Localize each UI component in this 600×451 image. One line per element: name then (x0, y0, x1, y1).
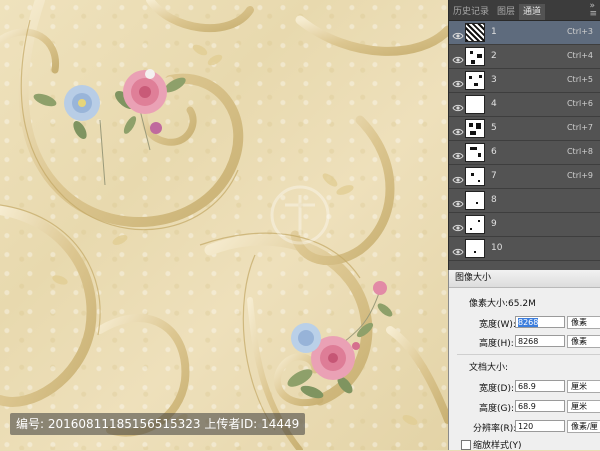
channel-shortcut: Ctrl+9 (566, 171, 593, 180)
channel-thumbnail (465, 167, 485, 186)
channel-row[interactable]: 4 Ctrl+6 (449, 93, 600, 117)
channel-thumbnail (465, 47, 485, 66)
channels-panel: 历史记录 图层 通道 » ≡ 1 Ctrl+3 2 Ctrl+4 3 Ctrl+5 4 Ctrl… (448, 0, 600, 270)
channel-shortcut: Ctrl+8 (566, 147, 593, 156)
channel-row[interactable]: 1 Ctrl+3 (449, 21, 600, 45)
channel-thumbnail (465, 95, 485, 114)
channel-shortcut: Ctrl+3 (566, 27, 593, 36)
resolution-input[interactable]: 120 (515, 420, 565, 432)
visibility-eye-icon[interactable] (452, 147, 464, 160)
channel-shortcut: Ctrl+6 (566, 99, 593, 108)
pixel-size-label: 像素大小:65.2M (469, 299, 536, 309)
channel-row[interactable]: 5 Ctrl+7 (449, 117, 600, 141)
channel-name: 2 (491, 51, 497, 61)
channel-shortcut: Ctrl+4 (566, 51, 593, 60)
channel-thumbnail (465, 23, 485, 42)
watermark-id-value: 20160811185156515323 (47, 417, 201, 431)
panel-menu-icon[interactable]: » ≡ (589, 2, 598, 19)
channel-thumbnail (465, 239, 485, 258)
dialog-title[interactable]: 图像大小 (449, 270, 600, 288)
doc-height-unit-select[interactable]: 厘米 (567, 400, 600, 413)
channel-name: 1 (491, 27, 497, 37)
height-input[interactable]: 8268 (515, 335, 565, 347)
doc-width-unit-select[interactable]: 厘米 (567, 380, 600, 393)
scale-styles-label: 缩放样式(Y) (473, 441, 522, 451)
width-unit-select[interactable]: 像素 (567, 316, 600, 329)
height-label: 高度(H): (479, 339, 514, 349)
channel-thumbnail (465, 191, 485, 210)
tab-channels[interactable]: 通道 (519, 4, 546, 20)
channel-row[interactable]: 6 Ctrl+8 (449, 141, 600, 165)
visibility-eye-icon[interactable] (452, 195, 464, 208)
channel-row[interactable]: 8 (449, 189, 600, 213)
watermark-id-bar: 编号: 20160811185156515323 上传者ID: 14449 (10, 413, 306, 435)
visibility-eye-icon[interactable] (452, 219, 464, 232)
visibility-eye-icon[interactable] (452, 243, 464, 256)
channel-thumbnail (465, 71, 485, 90)
channel-shortcut: Ctrl+7 (566, 123, 593, 132)
channel-list: 1 Ctrl+3 2 Ctrl+4 3 Ctrl+5 4 Ctrl+6 5 Ctrl+7 6 Ctrl… (449, 21, 600, 261)
channel-thumbnail (465, 143, 485, 162)
watermark-uploader-label: 上传者ID: (204, 417, 258, 431)
doc-height-label: 高度(G): (479, 404, 515, 414)
visibility-eye-icon[interactable] (452, 27, 464, 40)
visibility-eye-icon[interactable] (452, 99, 464, 112)
doc-size-label: 文档大小: (469, 363, 509, 373)
tab-history[interactable]: 历史记录 (449, 4, 493, 20)
channel-name: 9 (491, 219, 497, 229)
visibility-eye-icon[interactable] (452, 75, 464, 88)
section-divider (457, 354, 600, 355)
channel-row[interactable]: 2 Ctrl+4 (449, 45, 600, 69)
damask-wallpaper-artwork (0, 0, 448, 450)
doc-height-input[interactable]: 68.9 (515, 400, 565, 412)
flower-bouquet-bottom (287, 281, 393, 399)
visibility-eye-icon[interactable] (452, 51, 464, 64)
channel-shortcut: Ctrl+5 (566, 75, 593, 84)
channel-row[interactable]: 7 Ctrl+9 (449, 165, 600, 189)
width-label: 宽度(W): (479, 320, 516, 330)
channel-thumbnail (465, 119, 485, 138)
doc-width-input[interactable]: 68.9 (515, 380, 565, 392)
channel-row[interactable]: 3 Ctrl+5 (449, 69, 600, 93)
panel-tab-bar: 历史记录 图层 通道 » ≡ (449, 0, 600, 21)
resolution-unit-select[interactable]: 像素/厘 (567, 420, 600, 433)
document-canvas[interactable]: 编号: 20160811185156515323 上传者ID: 14449 (0, 0, 448, 450)
visibility-eye-icon[interactable] (452, 171, 464, 184)
channel-name: 10 (491, 243, 503, 253)
visibility-eye-icon[interactable] (452, 123, 464, 136)
channel-row[interactable]: 9 (449, 213, 600, 237)
channel-name: 4 (491, 99, 497, 109)
watermark-id-label: 编号: (16, 417, 45, 431)
channel-thumbnail (465, 215, 485, 234)
resolution-label: 分辨率(R): (473, 424, 517, 434)
height-unit-select[interactable]: 像素 (567, 335, 600, 348)
channel-name: 5 (491, 123, 497, 133)
channel-name: 3 (491, 75, 497, 85)
channel-row[interactable]: 10 (449, 237, 600, 261)
width-input[interactable]: 8268 (515, 316, 565, 328)
image-size-dialog: 图像大小 像素大小:65.2M 宽度(W): 8268 像素 高度(H): 82… (448, 270, 600, 451)
tab-layers[interactable]: 图层 (493, 4, 519, 20)
channel-name: 7 (491, 171, 497, 181)
scale-styles-checkbox[interactable] (461, 440, 471, 450)
watermark-uploader-value: 14449 (261, 417, 300, 431)
channel-name: 8 (491, 195, 497, 205)
doc-width-label: 宽度(D): (479, 384, 514, 394)
channel-name: 6 (491, 147, 497, 157)
flower-bouquet-top (33, 69, 186, 186)
